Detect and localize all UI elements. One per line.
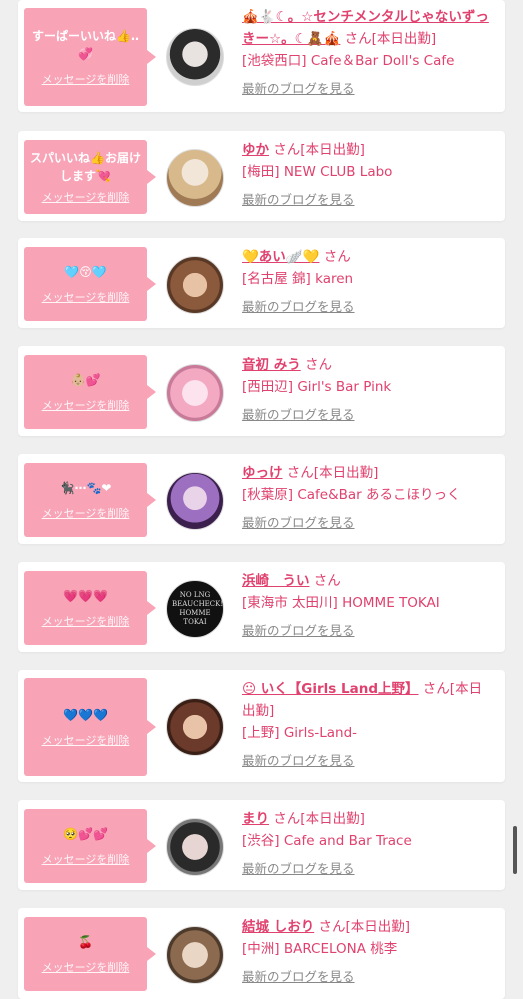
delete-message-link[interactable]: メッセージを削除: [42, 289, 130, 305]
message-text: 🍒: [78, 935, 93, 949]
message-text: スパいいね👍お届けします💘: [30, 151, 141, 183]
shop-name: [渋谷] Cafe and Bar Trace: [242, 833, 412, 849]
cast-suffix: さん: [305, 357, 332, 373]
latest-blog-link[interactable]: 最新のブログを見る: [242, 858, 355, 880]
message-bubble: 🩵😚🩵 メッセージを削除: [24, 247, 156, 321]
cast-name-link[interactable]: 😐 いく【Girls Land上野】: [242, 681, 419, 697]
cast-info: 結城 しおり さん[本日出勤] [中洲] BARCELONA 桃李 最新のブログ…: [242, 916, 492, 988]
list-item: 💙💙💙 メッセージを削除 😐 いく【Girls Land上野】 さん[本日出勤]…: [18, 670, 505, 782]
cast-info: 音初 みう さん [西田辺] Girl's Bar Pink 最新のブログを見る: [242, 354, 492, 426]
message-text: 👶🏼💕: [70, 373, 101, 387]
message-bubble: 🍒 メッセージを削除: [24, 917, 156, 991]
message-bubble: すーぱーいいね👍‥💞 メッセージを削除: [24, 8, 156, 106]
message-bubble: スパいいね👍お届けします💘 メッセージを削除: [24, 140, 156, 214]
message-bubble: 💙💙💙 メッセージを削除: [24, 678, 156, 776]
cast-info: ゆか さん[本日出勤] [梅田] NEW CLUB Labo 最新のブログを見る: [242, 139, 492, 211]
list-item: 🐈‍⬛⋯🐾❤ メッセージを削除 ゆっけ さん[本日出勤] [秋葉原] Cafe&…: [18, 454, 505, 544]
latest-blog-link[interactable]: 最新のブログを見る: [242, 750, 355, 772]
list-item: すーぱーいいね👍‥💞 メッセージを削除 🎪🐇☾。☆センチメンタルじゃないずっきー…: [18, 0, 505, 112]
avatar[interactable]: [166, 256, 224, 314]
latest-blog-link[interactable]: 最新のブログを見る: [242, 404, 355, 426]
scrollbar[interactable]: [513, 826, 517, 874]
shop-name: [名古屋 錦] karen: [242, 271, 354, 287]
avatar[interactable]: [166, 28, 224, 86]
message-bubble: 💗💗💗 メッセージを削除: [24, 571, 156, 645]
latest-blog-link[interactable]: 最新のブログを見る: [242, 620, 355, 642]
delete-message-link[interactable]: メッセージを削除: [42, 613, 130, 629]
message-bubble: 👶🏼💕 メッセージを削除: [24, 355, 156, 429]
latest-blog-link[interactable]: 最新のブログを見る: [242, 296, 355, 318]
message-text: 🥺💕💕: [63, 827, 108, 841]
shop-name: [上野] Girls-Land-: [242, 725, 358, 741]
list-item: 🥺💕💕 メッセージを削除 まり さん[本日出勤] [渋谷] Cafe and B…: [18, 800, 505, 890]
delete-message-link[interactable]: メッセージを削除: [42, 189, 130, 205]
latest-blog-link[interactable]: 最新のブログを見る: [242, 189, 355, 211]
delete-message-link[interactable]: メッセージを削除: [42, 397, 130, 413]
list-item: 💗💗💗 メッセージを削除 NO LNG BEAUCHECK! HOMME TOK…: [18, 562, 505, 652]
avatar[interactable]: [166, 698, 224, 756]
cast-info: 浜崎 うい さん [東海市 太田川] HOMME TOKAI 最新のブログを見る: [242, 570, 492, 642]
message-text: 💙💙💙: [63, 708, 108, 722]
avatar[interactable]: [166, 149, 224, 207]
latest-blog-link[interactable]: 最新のブログを見る: [242, 78, 355, 100]
cast-name-link[interactable]: まり: [242, 811, 269, 827]
cast-name-link[interactable]: 音初 みう: [242, 357, 301, 373]
cast-name-link[interactable]: 浜崎 うい: [242, 573, 310, 589]
cast-info: 🎪🐇☾。☆センチメンタルじゃないずっきー☆。☾🧸🎪 さん[本日出勤] [池袋西口…: [242, 6, 492, 100]
delete-message-link[interactable]: メッセージを削除: [42, 732, 130, 748]
shop-name: [東海市 太田川] HOMME TOKAI: [242, 595, 440, 611]
list-item: 🍒 メッセージを削除 結城 しおり さん[本日出勤] [中洲] BARCELON…: [18, 908, 505, 999]
avatar[interactable]: [166, 818, 224, 876]
avatar[interactable]: [166, 926, 224, 984]
cast-suffix: さん[本日出勤]: [273, 811, 365, 827]
cast-name-link[interactable]: ゆか: [242, 142, 269, 158]
message-text: すーぱーいいね👍‥💞: [32, 29, 139, 61]
list-item: 🩵😚🩵 メッセージを削除 💛あい🪽💛 さん [名古屋 錦] karen 最新のブ…: [18, 238, 505, 328]
list-item: スパいいね👍お届けします💘 メッセージを削除 ゆか さん[本日出勤] [梅田] …: [18, 131, 505, 221]
message-bubble: 🥺💕💕 メッセージを削除: [24, 809, 156, 883]
cast-suffix: さん: [313, 573, 341, 589]
delete-message-link[interactable]: メッセージを削除: [42, 959, 130, 975]
cast-info: ゆっけ さん[本日出勤] [秋葉原] Cafe&Bar あるこほりっく 最新のブ…: [242, 462, 492, 534]
message-text: 🩵😚🩵: [64, 265, 107, 279]
shop-name: [池袋西口] Cafe＆Bar Doll's Cafe: [242, 53, 455, 69]
cast-suffix: さん[本日出勤]: [344, 31, 437, 47]
cast-info: 💛あい🪽💛 さん [名古屋 錦] karen 最新のブログを見る: [242, 246, 492, 318]
cast-suffix: さん[本日出勤]: [318, 919, 411, 935]
cast-name-link[interactable]: 結城 しおり: [242, 919, 314, 935]
shop-name: [梅田] NEW CLUB Labo: [242, 164, 393, 180]
list-item: 👶🏼💕 メッセージを削除 音初 みう さん [西田辺] Girl's Bar P…: [18, 346, 505, 436]
delete-message-link[interactable]: メッセージを削除: [42, 71, 130, 87]
cast-suffix: さん: [323, 249, 351, 265]
shop-name: [西田辺] Girl's Bar Pink: [242, 379, 392, 395]
message-text: 💗💗💗: [63, 589, 108, 603]
latest-blog-link[interactable]: 最新のブログを見る: [242, 966, 355, 988]
shop-name: [中洲] BARCELONA 桃李: [242, 941, 398, 957]
cast-info: まり さん[本日出勤] [渋谷] Cafe and Bar Trace 最新のブ…: [242, 808, 492, 880]
cast-info: 😐 いく【Girls Land上野】 さん[本日出勤] [上野] Girls-L…: [242, 678, 492, 772]
delete-message-link[interactable]: メッセージを削除: [42, 851, 130, 867]
delete-message-link[interactable]: メッセージを削除: [42, 505, 130, 521]
message-text: 🐈‍⬛⋯🐾❤: [59, 481, 112, 495]
cast-name-link[interactable]: 💛あい🪽💛: [242, 249, 319, 265]
shop-name: [秋葉原] Cafe&Bar あるこほりっく: [242, 487, 461, 503]
avatar[interactable]: [166, 364, 224, 422]
cast-suffix: さん[本日出勤]: [286, 465, 379, 481]
latest-blog-link[interactable]: 最新のブログを見る: [242, 512, 355, 534]
avatar[interactable]: NO LNG BEAUCHECK! HOMME TOKAI: [166, 580, 224, 638]
cast-suffix: さん[本日出勤]: [273, 142, 365, 158]
message-bubble: 🐈‍⬛⋯🐾❤ メッセージを削除: [24, 463, 156, 537]
avatar-logo-text: NO LNG BEAUCHECK! HOMME TOKAI: [172, 591, 224, 626]
avatar[interactable]: [166, 472, 224, 530]
cast-name-link[interactable]: ゆっけ: [242, 465, 283, 481]
